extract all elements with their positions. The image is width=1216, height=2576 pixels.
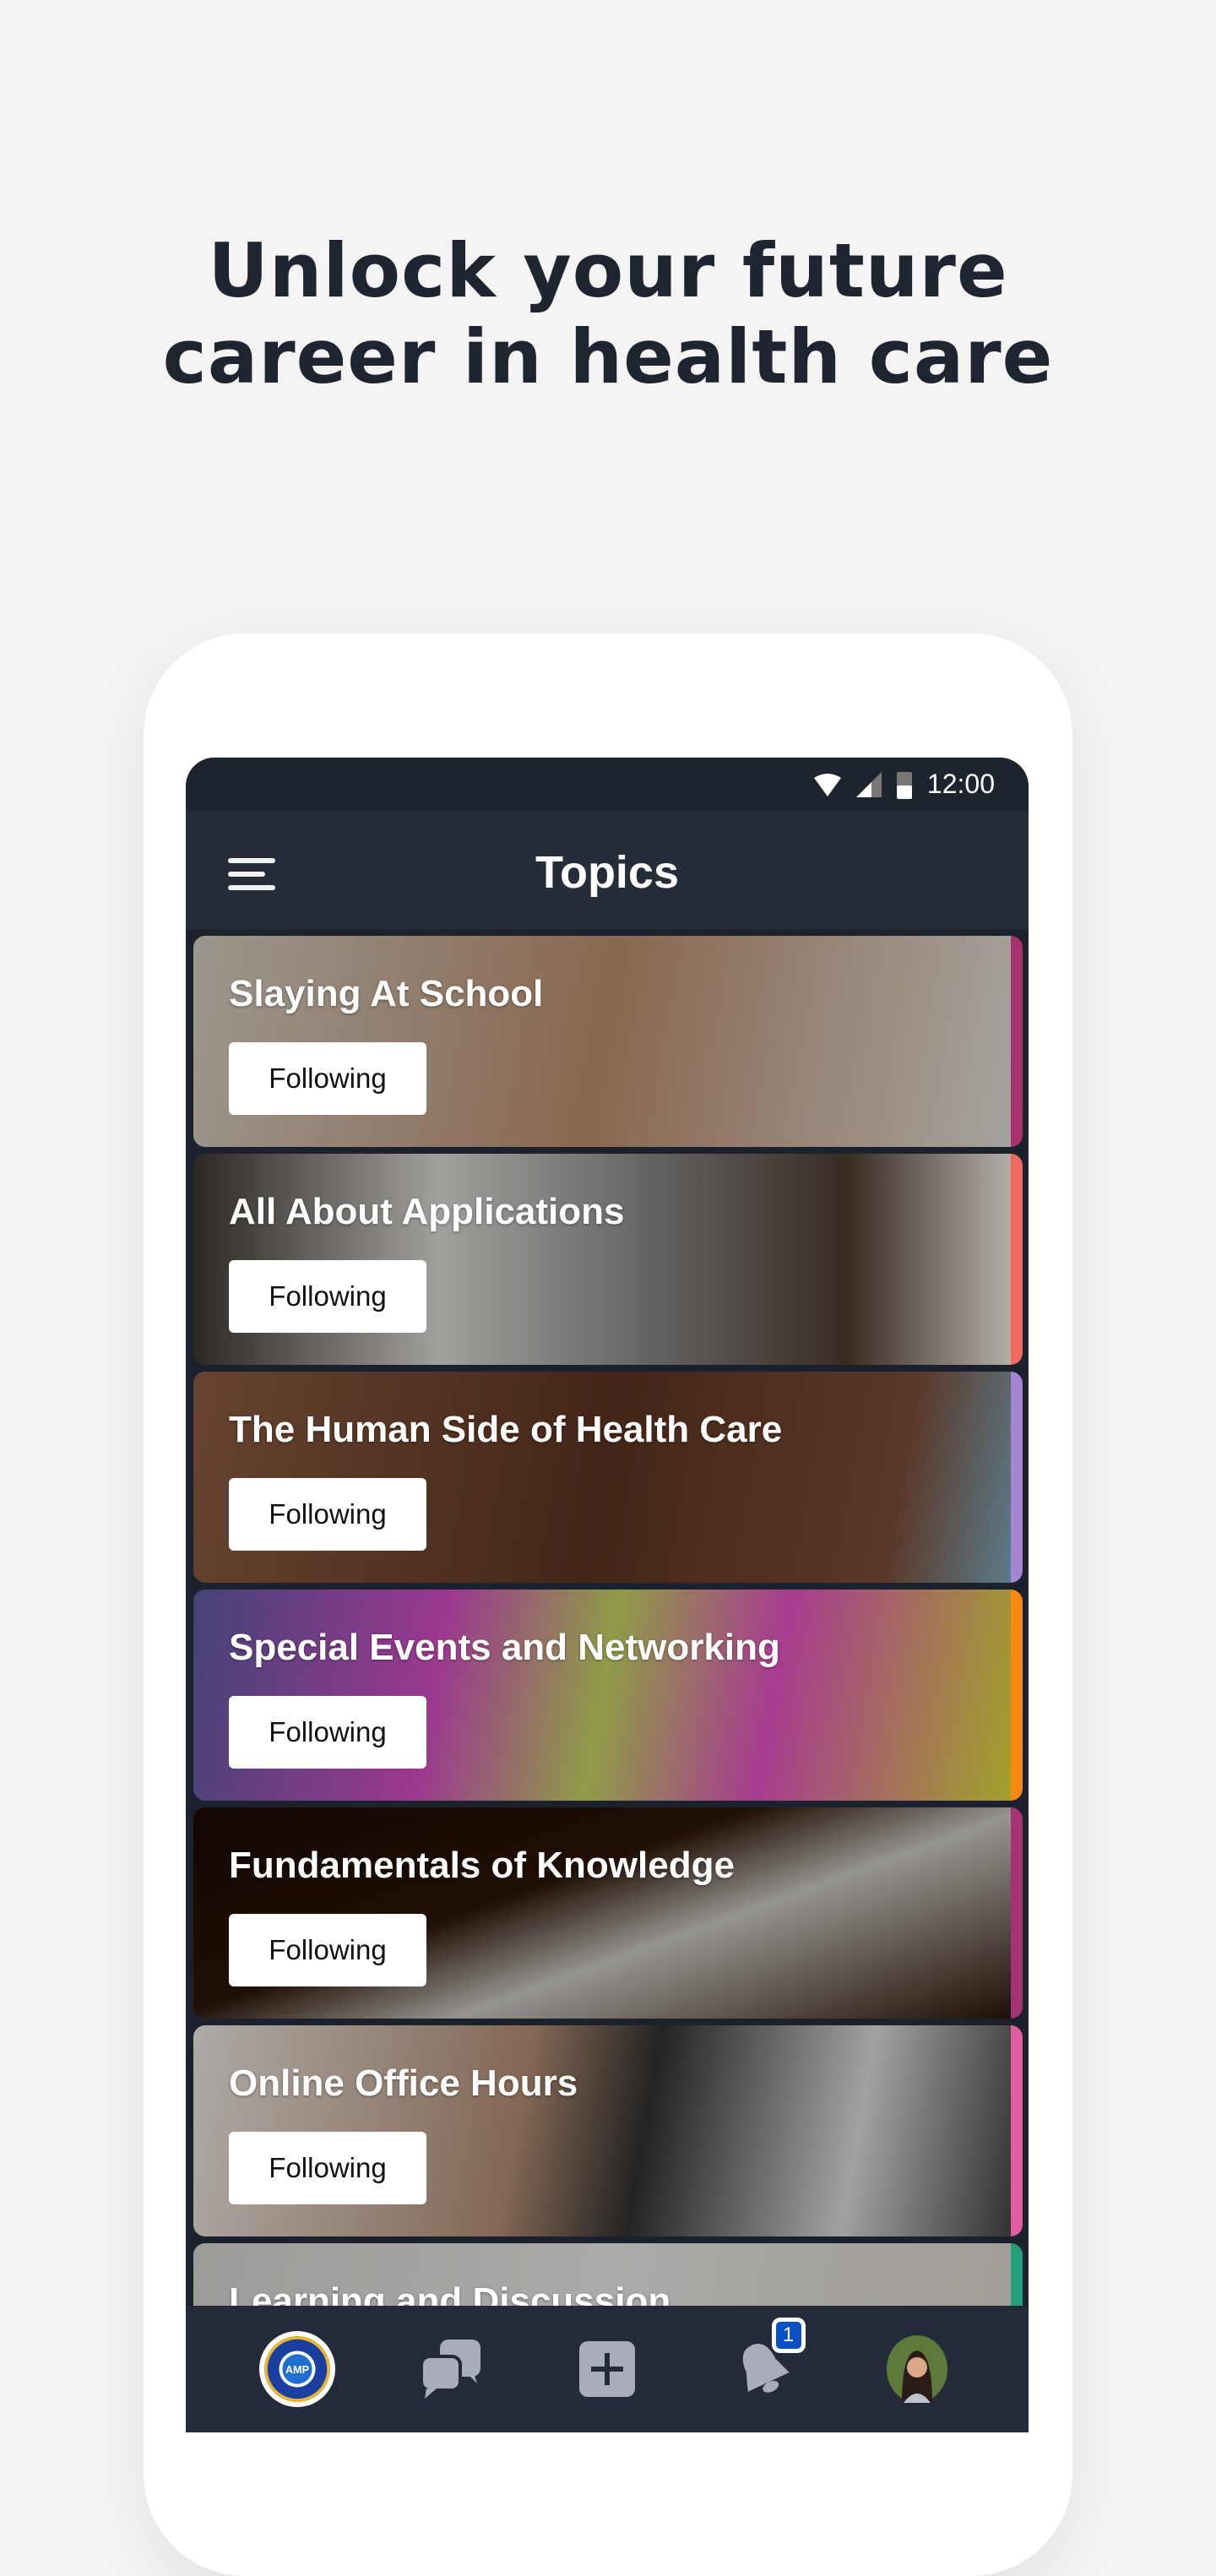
topic-color-stripe: [1011, 936, 1023, 1147]
headline: Unlock your future career in health care: [0, 228, 1216, 400]
battery-icon: [896, 771, 912, 799]
following-button[interactable]: Following: [229, 1478, 426, 1551]
topic-title: Slaying At School: [229, 973, 544, 1014]
topic-image: [193, 1807, 1011, 2019]
topic-image: [193, 2025, 1011, 2236]
topic-title: Special Events and Networking: [229, 1627, 780, 1668]
nav-profile[interactable]: [879, 2331, 955, 2407]
following-button[interactable]: Following: [229, 1260, 426, 1333]
topic-color-stripe: [1011, 1590, 1023, 1801]
topic-image: [193, 936, 1011, 1147]
signal-icon: [855, 771, 882, 797]
topic-card[interactable]: Slaying At School Following: [193, 936, 1023, 1147]
bottom-nav: AMP 1: [186, 2306, 1029, 2432]
following-button[interactable]: Following: [229, 1696, 426, 1769]
topic-card[interactable]: Fundamentals of Knowledge Following: [193, 1807, 1023, 2019]
topic-color-stripe: [1011, 1372, 1023, 1583]
app-bar: Topics: [186, 811, 1029, 929]
topic-list: Slaying At School Following All About Ap…: [193, 936, 1023, 2432]
topic-color-stripe: [1011, 1807, 1023, 2019]
topic-image: [193, 1372, 1011, 1583]
topic-image: [193, 1154, 1011, 1365]
following-button[interactable]: Following: [229, 1042, 426, 1115]
profile-avatar: [887, 2335, 948, 2403]
topic-title: Fundamentals of Knowledge: [229, 1845, 735, 1886]
amp-logo-text: AMP: [285, 2363, 310, 2376]
status-time: 12:00: [926, 769, 995, 799]
topic-card[interactable]: The Human Side of Health Care Following: [193, 1372, 1023, 1583]
topic-image: [193, 1590, 1011, 1801]
nav-chat[interactable]: [414, 2331, 490, 2407]
amp-logo-icon: AMP: [258, 2331, 335, 2407]
chat-icon: [421, 2340, 481, 2399]
nav-home-amp-logo[interactable]: AMP: [258, 2331, 335, 2407]
notification-badge: 1: [771, 2318, 806, 2353]
nav-notifications[interactable]: 1: [725, 2318, 806, 2407]
page-title: Topics: [535, 847, 679, 898]
following-button[interactable]: Following: [229, 1914, 426, 1986]
topic-title: The Human Side of Health Care: [229, 1409, 783, 1450]
topic-title: All About Applications: [229, 1191, 625, 1232]
topic-card[interactable]: All About Applications Following: [193, 1154, 1023, 1365]
topic-card[interactable]: Online Office Hours Following: [193, 2025, 1023, 2236]
headline-line-2: career in health care: [162, 313, 1054, 400]
wifi-icon: [813, 773, 841, 796]
topic-title: Online Office Hours: [229, 2062, 578, 2104]
topic-color-stripe: [1011, 2025, 1023, 2236]
status-bar: 12:00: [186, 758, 1029, 811]
headline-line-1: Unlock your future: [208, 227, 1008, 314]
topic-color-stripe: [1011, 1154, 1023, 1365]
following-button[interactable]: Following: [229, 2132, 426, 2204]
phone-screen: 12:00 Topics Slaying At School Following…: [186, 758, 1029, 2432]
nav-add[interactable]: [569, 2331, 645, 2407]
add-icon: [578, 2341, 635, 2397]
topic-card[interactable]: Special Events and Networking Following: [193, 1590, 1023, 1801]
